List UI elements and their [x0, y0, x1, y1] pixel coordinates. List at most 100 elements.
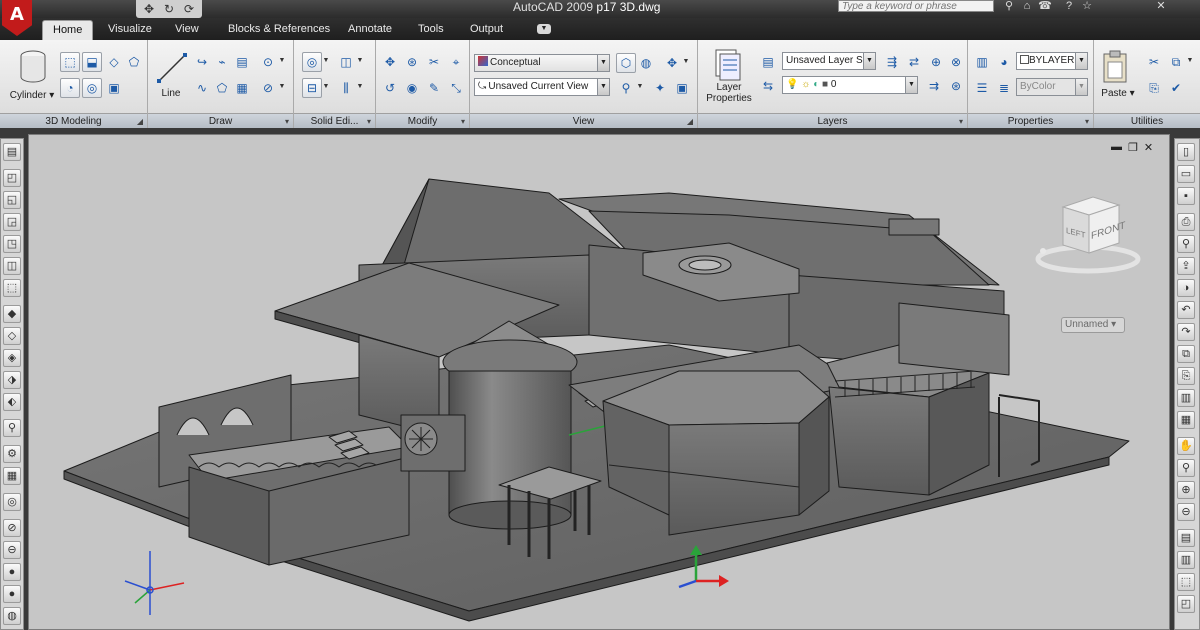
zoom-icon[interactable]: ⚲	[616, 78, 636, 98]
copy-icon[interactable]: ⧉	[1166, 52, 1186, 72]
cylinder-button[interactable]: Cylinder ▾	[6, 90, 58, 101]
polyline-icon[interactable]: ↪	[192, 52, 212, 72]
grid-icon[interactable]: ▦	[3, 467, 21, 485]
zoom-realtime-icon[interactable]: ⚲	[1177, 459, 1195, 477]
torus-icon[interactable]: ⬚	[3, 279, 21, 297]
binoculars-icon[interactable]: ⚲	[1000, 0, 1018, 13]
scale-icon[interactable]: ⤡	[446, 78, 466, 98]
sweep-icon[interactable]: ◇	[104, 52, 124, 72]
extract-edges-icon[interactable]: ⊟	[302, 78, 322, 98]
revolve-icon[interactable]: ◔	[60, 78, 80, 98]
layer-isolate-icon[interactable]: ⇶	[882, 52, 902, 72]
camera-icon[interactable]: ✦	[650, 78, 670, 98]
tab-tools[interactable]: Tools	[408, 20, 454, 40]
linetype-icon[interactable]: ≣	[994, 78, 1014, 98]
layer-select[interactable]: 💡 ☼ ◐ ■ 0 ▼	[782, 76, 918, 94]
zoom-icon[interactable]: ⚲	[3, 419, 21, 437]
material-blue-icon[interactable]: ●	[3, 563, 21, 581]
panel-title[interactable]: Layers ▾	[698, 113, 967, 128]
redo-icon[interactable]: ↷	[1177, 323, 1195, 341]
pan-icon[interactable]: ✥	[140, 1, 158, 17]
chevron-down-icon[interactable]: ▼	[322, 52, 330, 70]
trim-icon[interactable]: ✂	[424, 52, 444, 72]
save-icon[interactable]: ▪	[1177, 187, 1195, 205]
render-icon[interactable]: ◍	[3, 607, 21, 625]
layer-state-icon[interactable]: ▤	[758, 52, 778, 72]
align-icon[interactable]: ⌖	[446, 52, 466, 72]
open-file-icon[interactable]: ▭	[1177, 165, 1195, 183]
move-face-icon[interactable]: ◇	[3, 327, 21, 345]
favorites-icon[interactable]: ☆	[1078, 0, 1096, 13]
paste-icon[interactable]: ⎘	[1177, 367, 1195, 385]
subscription-icon[interactable]: ⌂	[1018, 0, 1036, 13]
cylinder-icon[interactable]	[18, 50, 48, 84]
tab-visualize[interactable]: Visualize	[98, 20, 162, 40]
drawing-viewport[interactable]: ▬ ❐ ✕ LEFT FRONT Unnamed ▾	[28, 134, 1170, 630]
layer-off-icon[interactable]: ⇄	[904, 52, 924, 72]
cone-icon[interactable]: ◲	[3, 213, 21, 231]
shell-icon[interactable]: ⫼	[336, 78, 356, 98]
chevron-down-icon[interactable]: ▼	[322, 78, 330, 96]
cylinder-icon[interactable]: ◫	[3, 257, 21, 275]
layer-state-select[interactable]: Unsaved Layer State ▼	[782, 52, 876, 70]
loft-icon[interactable]: ⬠	[124, 52, 144, 72]
visual-style-select[interactable]: Conceptual ▼	[474, 54, 610, 72]
copy-face-icon[interactable]: ⬖	[3, 393, 21, 411]
sphere-icon[interactable]: ◳	[3, 235, 21, 253]
move-icon[interactable]: ✥	[380, 52, 400, 72]
extrude-face-icon[interactable]: ◆	[3, 305, 21, 323]
union-icon[interactable]: ◎	[302, 52, 322, 72]
viewcube-home-icon[interactable]	[1040, 248, 1046, 254]
layer-properties-icon[interactable]	[712, 48, 744, 82]
panel-title[interactable]: Solid Edi... ▾	[294, 113, 375, 128]
publish-icon[interactable]: ⇪	[1177, 257, 1195, 275]
copy-icon[interactable]: ⧉	[1177, 345, 1195, 363]
chevron-down-icon[interactable]: ▼	[636, 78, 644, 96]
3d-rotate-icon[interactable]: ◉	[402, 78, 422, 98]
match-properties-icon[interactable]: ▥	[972, 52, 992, 72]
layer-match-icon[interactable]: ⊗	[946, 52, 966, 72]
3dpolyline-icon[interactable]: ⌁	[212, 52, 232, 72]
panel-title[interactable]: 3D Modeling ◢	[0, 113, 147, 128]
ucs-icon[interactable]: ◍	[636, 53, 656, 73]
paste-button[interactable]: Paste ▾	[1096, 88, 1140, 99]
shade-icon[interactable]: ⊖	[3, 541, 21, 559]
line-icon[interactable]	[156, 52, 188, 84]
viewport-icon[interactable]: ▣	[672, 78, 692, 98]
extrude-icon[interactable]: ⬚	[60, 52, 80, 72]
panel-title[interactable]: Draw ▾	[148, 113, 293, 128]
panel-title[interactable]: View ◢	[470, 113, 697, 128]
box-icon[interactable]: ◰	[3, 169, 21, 187]
ribbon-minimize-button[interactable]: ▼	[537, 24, 551, 34]
layer-properties-button[interactable]: Layer Properties	[700, 82, 758, 104]
orbit-icon[interactable]: ↻	[160, 1, 178, 17]
named-view-select[interactable]: ⤿ Unsaved Current View ▼	[474, 78, 610, 96]
block-editor-icon[interactable]: ▦	[1177, 411, 1195, 429]
print-icon[interactable]: ⎙	[1177, 213, 1195, 231]
draw-order-icon[interactable]: ▤	[3, 143, 21, 161]
named-view-dropdown[interactable]: Unnamed ▾	[1061, 317, 1125, 333]
chevron-down-icon[interactable]: ▼	[1186, 52, 1194, 70]
properties-palette-icon[interactable]: ▤	[1177, 529, 1195, 547]
layer-freeze-icon[interactable]: ⇉	[924, 76, 944, 96]
preview-icon[interactable]: ⚲	[1177, 235, 1195, 253]
settings-icon[interactable]: ⚙	[3, 445, 21, 463]
chevron-down-icon[interactable]: ▼	[278, 52, 286, 70]
chevron-down-icon[interactable]: ▼	[356, 52, 364, 70]
globe-icon[interactable]: ◑	[1177, 279, 1195, 297]
delete-face-icon[interactable]: ⬗	[3, 371, 21, 389]
free-orbit-icon[interactable]: ⟳	[180, 1, 198, 17]
tab-view[interactable]: View	[165, 20, 209, 40]
orbit-icon[interactable]: ◎	[3, 493, 21, 511]
chevron-down-icon[interactable]: ▼	[682, 53, 690, 71]
new-file-icon[interactable]: ▯	[1177, 143, 1195, 161]
tab-output[interactable]: Output	[460, 20, 513, 40]
circle-icon[interactable]: ⊘	[258, 78, 278, 98]
chevron-down-icon[interactable]: ▼	[356, 78, 364, 96]
panel-title[interactable]: Properties ▾	[968, 113, 1093, 128]
spline-icon[interactable]: ∿	[192, 78, 212, 98]
wedge-icon[interactable]: ◱	[3, 191, 21, 209]
minimize-icon[interactable]: ▬	[1111, 141, 1122, 154]
help-icon[interactable]: ?	[1060, 0, 1078, 13]
linetype-select[interactable]: ByColor ▼	[1016, 78, 1088, 96]
